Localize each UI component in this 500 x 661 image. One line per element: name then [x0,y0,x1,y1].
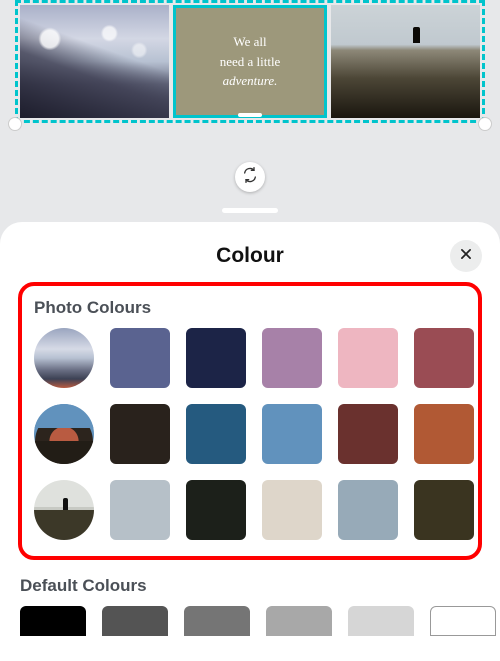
sheet-title: Colour [18,244,482,268]
default-colour-swatch[interactable] [430,606,496,636]
photo-colour-swatch[interactable] [110,480,170,540]
photo-colours-title: Photo Colours [34,298,466,318]
photo-thumb-0[interactable] [34,328,94,388]
photo-colour-swatch[interactable] [414,480,474,540]
default-colour-swatch[interactable] [266,606,332,636]
close-icon [459,247,473,266]
photo-colour-swatch[interactable] [186,404,246,464]
photo-colour-swatch[interactable] [110,404,170,464]
sheet-drag-handle[interactable] [222,208,278,213]
photo-colour-swatch[interactable] [262,404,322,464]
photo-colour-swatch[interactable] [414,328,474,388]
photo-tile-2[interactable] [331,5,480,118]
resize-handle-bottom[interactable] [238,113,262,117]
photo-colours-section: Photo Colours [18,282,482,560]
default-colour-swatch[interactable] [102,606,168,636]
photo-colour-swatch[interactable] [338,404,398,464]
quote-line-2: need a little [220,52,281,72]
photo-thumb-2[interactable] [34,480,94,540]
photo-colour-swatch[interactable] [186,480,246,540]
photo-tile-1[interactable] [20,5,169,118]
photo-colour-swatch[interactable] [414,404,474,464]
photo-colour-swatch[interactable] [262,480,322,540]
swap-icon [242,167,258,188]
swap-button[interactable] [235,162,265,192]
default-colours-grid [20,606,480,636]
canvas-area: We all need a little adventure. [0,0,500,222]
resize-handle-left[interactable] [8,117,22,131]
selection-frame[interactable]: We all need a little adventure. [15,0,485,123]
resize-handle-right[interactable] [478,117,492,131]
default-colour-swatch[interactable] [348,606,414,636]
default-colours-section: Default Colours [18,576,482,636]
photo-colour-swatch[interactable] [262,328,322,388]
colour-sheet: Colour Photo Colours Default Colours [0,222,500,661]
photo-colour-swatch[interactable] [110,328,170,388]
default-colour-swatch[interactable] [184,606,250,636]
default-colour-swatch[interactable] [20,606,86,636]
photo-thumb-1[interactable] [34,404,94,464]
photo-colour-swatch[interactable] [186,328,246,388]
photo-colour-swatch[interactable] [338,328,398,388]
quote-tile[interactable]: We all need a little adventure. [173,5,328,118]
photo-colour-swatch[interactable] [338,480,398,540]
close-button[interactable] [450,240,482,272]
quote-line-3: adventure. [220,71,281,91]
default-colours-title: Default Colours [20,576,480,596]
photo-colours-grid [34,328,466,540]
quote-line-1: We all [220,32,281,52]
